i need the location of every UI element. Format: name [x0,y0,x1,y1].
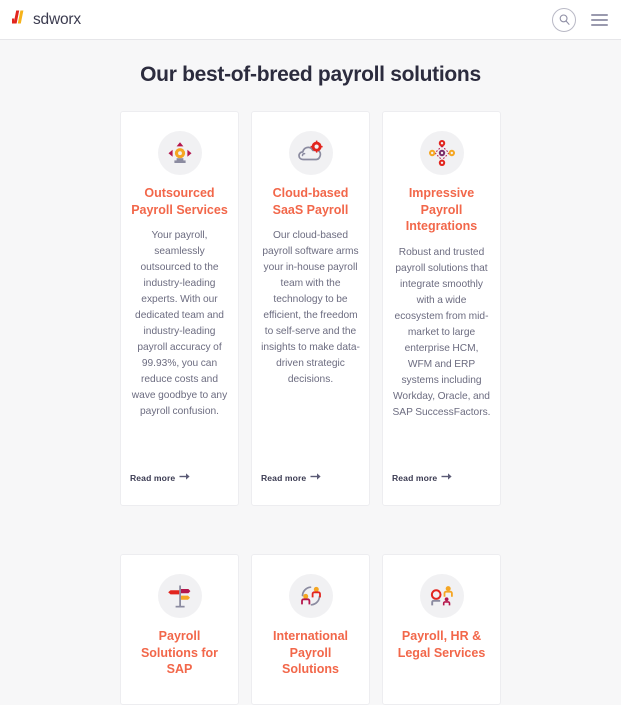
cloud-gear-icon [288,131,333,175]
outsourced-gear-arrows-icon [157,131,202,175]
solution-card-payroll-hr-legal-services[interactable]: Payroll, HR & Legal Services [382,554,501,705]
signpost-icon [157,574,202,618]
read-more-link[interactable]: Read more [392,472,452,483]
arrow-right-icon [179,472,190,483]
sdworx-logo-text: sdworx [33,10,81,28]
arrow-right-icon [441,472,452,483]
card-title: International Payroll Solutions [272,629,348,676]
card-title: Outsourced Payroll Services [131,186,228,217]
page-content: Our best-of-breed payroll solutions Outs… [0,40,621,705]
card-body: Our cloud-based payroll software arms yo… [261,230,360,385]
read-more-link[interactable]: Read more [261,472,321,483]
read-more-label: Read more [392,472,438,483]
solution-card-payroll-solutions-for-sap[interactable]: Payroll Solutions for SAP [120,554,239,705]
solution-card-cloud-based-saas-payroll[interactable]: Cloud-based SaaS Payroll Our cloud-based… [251,111,370,506]
solution-card-outsourced-payroll-services[interactable]: Outsourced Payroll Services Your payroll… [120,111,239,506]
solutions-grid: Outsourced Payroll Services Your payroll… [0,87,621,705]
card-title: Payroll Solutions for SAP [140,629,219,676]
people-group-icon [419,574,464,618]
solutions-row-1: Outsourced Payroll Services Your payroll… [0,111,621,506]
arrow-right-icon [310,472,321,483]
solution-card-impressive-payroll-integrations[interactable]: Impressive Payroll Integrations Robust a… [382,111,501,506]
card-title: Cloud-based SaaS Payroll [272,186,349,217]
card-title: Payroll, HR & Legal Services [397,629,486,660]
read-more-label: Read more [261,472,307,483]
card-body: Your payroll, seamlessly outsourced to t… [131,230,228,417]
read-more-link[interactable]: Read more [130,472,190,483]
sdworx-logo-mark [11,7,31,32]
search-icon[interactable] [552,7,576,32]
page-title: Our best-of-breed payroll solutions [140,63,481,86]
solution-card-international-payroll-solutions[interactable]: International Payroll Solutions [251,554,370,705]
read-more-label: Read more [130,472,176,483]
hamburger-menu-icon[interactable] [591,13,608,26]
solutions-row-2: Payroll Solutions for SAP International … [0,554,621,705]
header-actions [552,7,608,32]
global-people-icon [288,574,333,618]
card-body: Robust and trusted payroll solutions tha… [392,246,491,418]
card-title: Impressive Payroll Integrations [405,186,478,233]
network-nodes-icon [419,131,464,175]
site-header: sdworx [0,0,621,40]
sdworx-logo[interactable]: sdworx [11,7,81,32]
